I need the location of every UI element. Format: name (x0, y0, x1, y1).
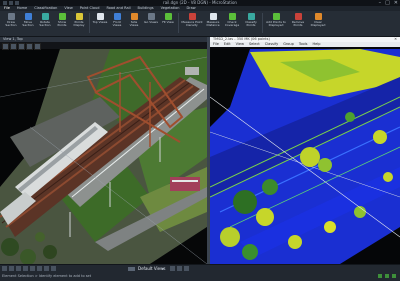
menu-classify[interactable]: Classify (265, 42, 278, 47)
snap-icon[interactable] (170, 266, 175, 271)
measure-icon (188, 13, 196, 20)
move-section-button[interactable]: Move Section (20, 13, 36, 33)
view-controls[interactable] (2, 266, 56, 271)
view-6-icon[interactable] (37, 266, 42, 271)
iso-views-button[interactable]: Iso Views (143, 13, 159, 33)
left-scene[interactable] (0, 37, 207, 264)
grid-icon[interactable] (184, 266, 189, 271)
top-view-icon (96, 13, 104, 20)
remove-points-button[interactable]: Remove Points (288, 13, 308, 33)
ribbon-separator (178, 13, 179, 33)
view-2-icon[interactable] (9, 266, 14, 271)
status-indicator-icon (392, 274, 396, 278)
view-7-icon[interactable] (44, 266, 49, 271)
status-bar: Default Views ▾ Element Selection > Iden… (0, 264, 400, 281)
view-rotate-icon[interactable] (2, 43, 9, 50)
view-5-icon[interactable] (30, 266, 35, 271)
right-classification-viewport[interactable]: TMSD_2.las - 350 MK (06 points) ✕ File E… (210, 37, 400, 264)
classify-points-button[interactable]: Classify Points (242, 13, 260, 33)
side-view-icon (130, 13, 138, 20)
menu-view[interactable]: View (236, 42, 244, 47)
add-points-icon (272, 13, 280, 20)
view-3-icon[interactable] (16, 266, 21, 271)
view-1-icon[interactable] (2, 266, 7, 271)
menu-select[interactable]: Select (249, 42, 260, 47)
ribbon-toolbar: Draw Section Move Section Rotate Section… (0, 11, 400, 37)
check-coverage-button[interactable]: Check Coverage (223, 13, 241, 33)
display-icon (75, 13, 83, 20)
left-view-title: View 1, Top (0, 37, 207, 42)
measure-point-density-button[interactable]: Measure Point Density (181, 13, 203, 33)
draw-section-button[interactable]: Draw Section (3, 13, 19, 33)
front-view-icon (113, 13, 121, 20)
menu-edit[interactable]: Edit (224, 42, 231, 47)
view-fit-icon[interactable] (26, 43, 33, 50)
status-tools[interactable] (170, 266, 189, 271)
iso-view-icon (147, 13, 155, 20)
side-views-button[interactable]: Side Views (126, 13, 142, 33)
classify-icon (247, 13, 255, 20)
rotate-icon (41, 13, 49, 20)
coverage-icon (228, 13, 236, 20)
left-view-toolbar[interactable] (2, 43, 41, 50)
view-pan-icon[interactable] (10, 43, 17, 50)
status-indicator-icon (378, 274, 382, 278)
top-views-button[interactable]: Top Views (92, 13, 108, 33)
ruler-icon (209, 13, 217, 20)
level-selector[interactable]: Default Views (128, 266, 165, 272)
fit-view-button[interactable]: Fit View (160, 13, 176, 33)
fit-icon (164, 13, 172, 20)
front-views-button[interactable]: Front Views (109, 13, 125, 33)
view-attributes-icon[interactable] (34, 43, 41, 50)
view-4-icon[interactable] (23, 266, 28, 271)
status-indicator-icon (385, 274, 389, 278)
lock-icon[interactable] (177, 266, 182, 271)
clear-icon (314, 13, 322, 20)
move-icon (24, 13, 32, 20)
add-points-button[interactable]: Add Points to Displayed (265, 13, 287, 33)
menu-file[interactable]: File (213, 42, 219, 47)
rotate-section-button[interactable]: Rotate Section (37, 13, 53, 33)
view-8-icon[interactable] (51, 266, 56, 271)
measure-distance-button[interactable]: Measure Distance (204, 13, 222, 33)
menu-help[interactable]: Help (312, 42, 320, 47)
menu-tools[interactable]: Tools (299, 42, 308, 47)
left-3d-viewport[interactable]: View 1, Top (0, 37, 207, 264)
chevron-down-icon[interactable]: ▾ (162, 266, 164, 271)
prompt-line: Element Selection > Identify element to … (2, 273, 398, 279)
points-icon (58, 13, 66, 20)
section-icon (7, 13, 15, 20)
menu-group[interactable]: Group (283, 42, 294, 47)
right-scene[interactable] (210, 37, 400, 264)
view-zoom-icon[interactable] (18, 43, 25, 50)
ribbon-separator (89, 13, 90, 33)
remove-points-icon (294, 13, 302, 20)
ribbon-separator (262, 13, 263, 33)
show-points-button[interactable]: Show Points (54, 13, 70, 33)
points-display-button[interactable]: Points Display (71, 13, 87, 33)
clear-displayed-button[interactable]: Clear Displayed (309, 13, 327, 33)
right-view-menubar: File Edit View Select Classify Group Too… (210, 42, 400, 47)
